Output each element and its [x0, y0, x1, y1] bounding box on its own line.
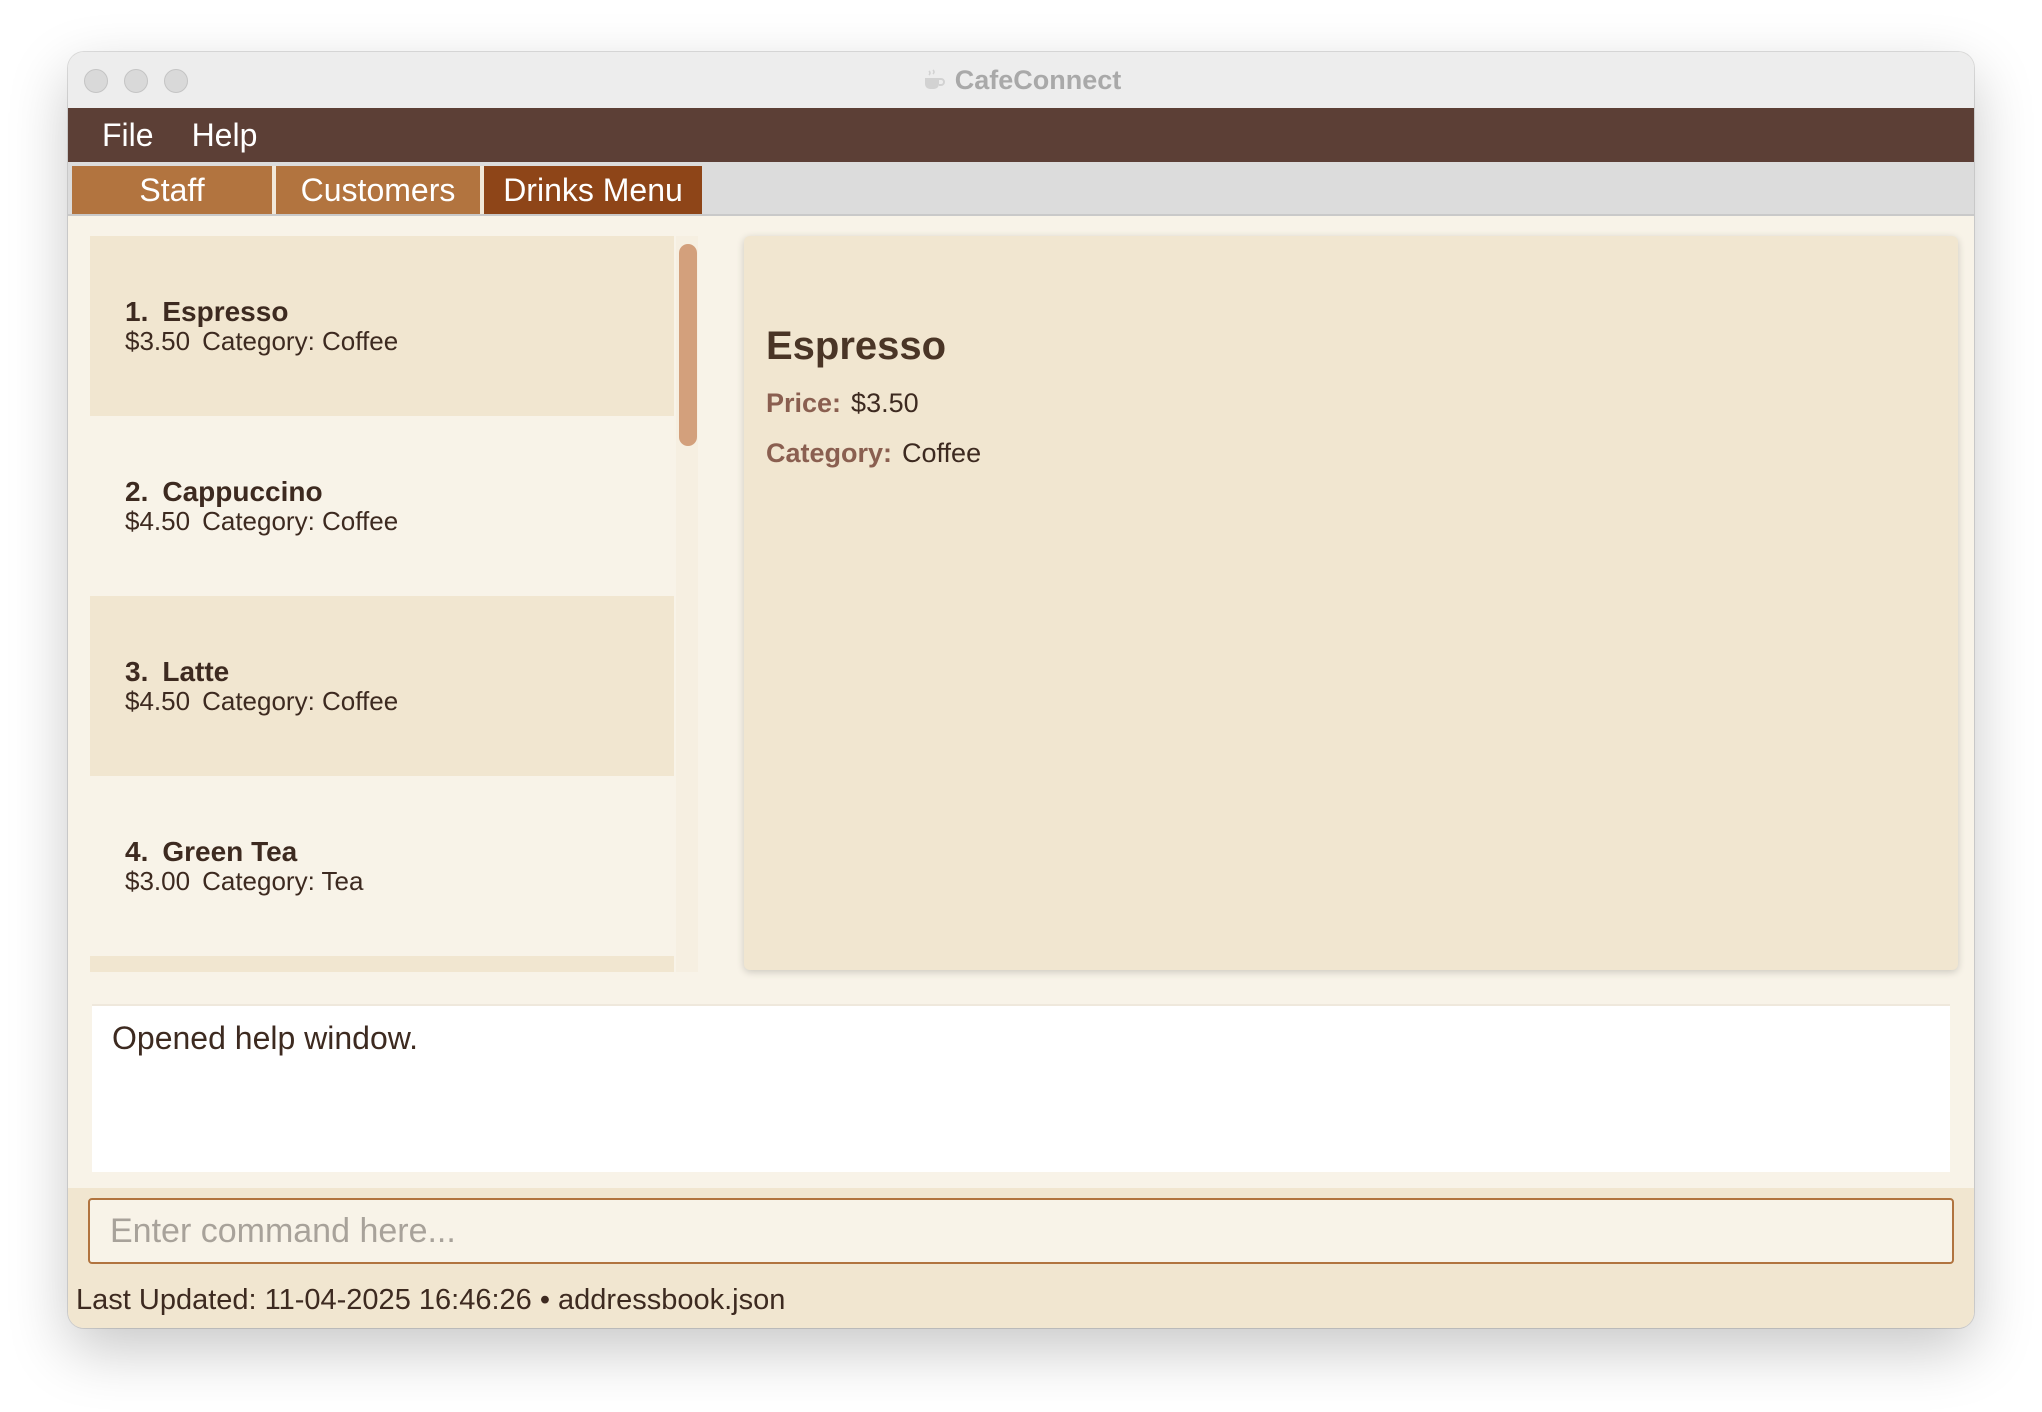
detail-category-label: Category: [766, 438, 893, 468]
drink-heading: 2. Cappuccino [125, 476, 323, 508]
app-window: CafeConnect File Help Staff Customers Dr… [68, 52, 1974, 1328]
drink-category: Category: Tea [202, 866, 364, 896]
status-bar: Last Updated: 11-04-2025 16:46:26 • addr… [76, 1284, 786, 1316]
tab-staff[interactable]: Staff [72, 166, 272, 214]
drink-heading: 4. Green Tea [125, 836, 297, 868]
drink-details: $4.50 Category: Coffee [125, 506, 398, 537]
detail-category-row: Category: Coffee [766, 438, 981, 469]
drink-name: Latte [162, 656, 230, 687]
drinks-list[interactable]: 1. Espresso $3.50 Category: Coffee 2. Cappu… [90, 236, 674, 972]
coffee-cup-icon [924, 69, 945, 89]
drink-index: 1. [125, 296, 149, 327]
drink-price: $4.50 [125, 506, 191, 536]
drink-category: Category: Coffee [202, 686, 399, 716]
drink-details: $4.50 Category: Coffee [125, 686, 398, 717]
detail-price-label: Price: [766, 388, 842, 418]
list-item[interactable]: 1. Espresso $3.50 Category: Coffee [90, 236, 674, 416]
detail-drink-name: Espresso [766, 324, 947, 368]
drink-price: $3.50 [125, 326, 191, 356]
list-item[interactable]: 2. Cappuccino $4.50 Category: Coffee [90, 416, 674, 596]
menu-help[interactable]: Help [192, 117, 258, 154]
drink-category: Category: Coffee [202, 506, 399, 536]
list-item-partial[interactable] [90, 956, 674, 972]
drink-name: Cappuccino [162, 476, 323, 507]
drink-heading: 3. Latte [125, 656, 229, 688]
detail-price-value: $3.50 [851, 388, 919, 418]
drink-details: $3.50 Category: Coffee [125, 326, 398, 357]
result-message: Opened help window. [112, 1020, 418, 1056]
drink-details: $3.00 Category: Tea [125, 866, 363, 897]
drink-index: 2. [125, 476, 149, 507]
drink-index: 4. [125, 836, 149, 867]
tab-customers[interactable]: Customers [276, 166, 480, 214]
drink-category: Category: Coffee [202, 326, 399, 356]
menu-file[interactable]: File [102, 117, 154, 154]
detail-price-row: Price: $3.50 [766, 388, 919, 419]
drink-name: Green Tea [162, 836, 298, 867]
window-title: CafeConnect [954, 64, 1122, 95]
menu-bar: File Help [68, 108, 1974, 162]
command-input[interactable] [88, 1198, 1954, 1264]
list-scrollbar-thumb[interactable] [679, 244, 697, 446]
drink-detail-panel: Espresso Price: $3.50 Category: Coffee [744, 236, 1958, 970]
tab-bar: Staff Customers Drinks Menu [68, 162, 1974, 216]
command-area: Last Updated: 11-04-2025 16:46:26 • addr… [68, 1188, 1974, 1328]
main-content: 1. Espresso $3.50 Category: Coffee 2. Cappu… [68, 216, 1974, 988]
drink-heading: 1. Espresso [125, 296, 288, 328]
list-item[interactable]: 4. Green Tea $3.00 Category: Tea [90, 776, 674, 956]
title-bar: CafeConnect [68, 52, 1974, 109]
drink-index: 3. [125, 656, 149, 687]
detail-category-value: Coffee [902, 438, 982, 468]
tab-drinks-menu[interactable]: Drinks Menu [484, 166, 702, 214]
drink-name: Espresso [162, 296, 289, 327]
drink-price: $3.00 [125, 866, 191, 896]
result-display[interactable]: Opened help window. [92, 1004, 1950, 1172]
drink-price: $4.50 [125, 686, 191, 716]
window-title-area: CafeConnect [68, 52, 1974, 108]
list-item[interactable]: 3. Latte $4.50 Category: Coffee [90, 596, 674, 776]
